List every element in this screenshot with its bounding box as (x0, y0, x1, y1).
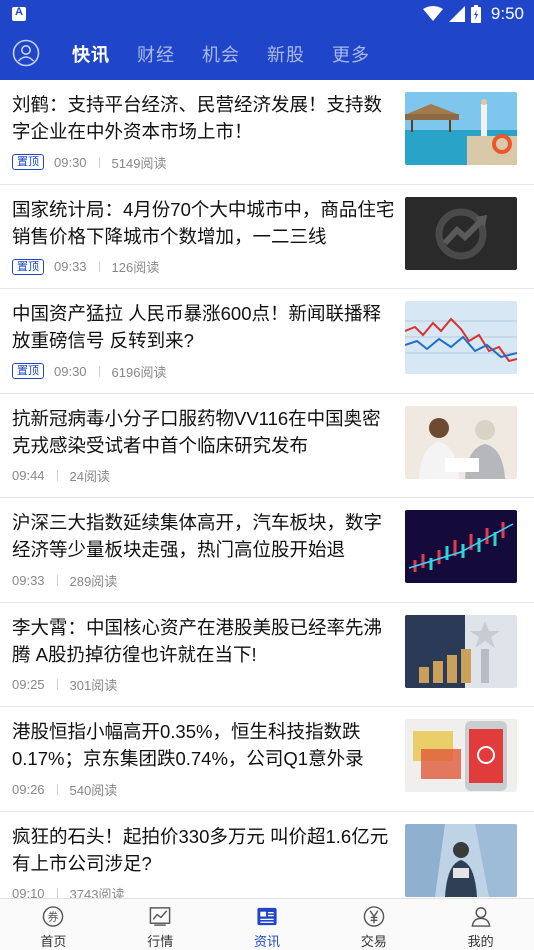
news-thumbnail[interactable] (405, 92, 517, 165)
news-title[interactable]: 中国资产猛拉 人民币暴涨600点！新闻联播释放重磅信号 反转到来? (12, 300, 396, 354)
news-title[interactable]: 抗新冠病毒小分子口服药物VV116在中国奥密克戎感染受试者中首个临床研究发布 (12, 405, 396, 459)
news-item[interactable]: 中国资产猛拉 人民币暴涨600点！新闻联播释放重磅信号 反转到来? 置顶 09:… (0, 289, 534, 394)
tab-gengduo[interactable]: 更多 (332, 41, 370, 67)
person-icon (471, 907, 491, 927)
battery-icon (470, 5, 481, 23)
news-title[interactable]: 国家统计局：4月份70个大中城市中，商品住宅销售价格下降城市个数增加，一二三线 (12, 196, 396, 250)
bottom-nav-mine[interactable]: 我的 (427, 899, 534, 950)
user-avatar-icon[interactable] (12, 39, 40, 67)
bottom-nav-news[interactable]: 资讯 (214, 899, 321, 950)
status-bar: 9:50 (0, 0, 534, 28)
news-item[interactable]: 李大霄：中国核心资产在港股美股已经率先沸腾 A股扔掉彷徨也许就在当下! 09:2… (0, 603, 534, 707)
news-time: 09:33 (12, 572, 45, 588)
meta-divider (98, 261, 100, 272)
news-title[interactable]: 疯狂的石头！起拍价330多万元 叫价超1.6亿元 有上市公司涉足? (12, 823, 396, 877)
pinned-badge: 置顶 (12, 258, 44, 275)
tab-caijing[interactable]: 财经 (137, 41, 175, 67)
news-reads: 289阅读 (69, 573, 118, 589)
news-thumbnail[interactable] (405, 719, 517, 792)
news-meta: 置顶 09:33 126阅读 (12, 258, 160, 275)
news-time: 09:25 (12, 677, 45, 692)
news-time: 09:26 (12, 781, 45, 797)
news-item[interactable]: 沪深三大指数延续集体高开，汽车板块，数字经济等少量板块走强，热门高位股开始退 0… (0, 498, 534, 603)
news-reads: 3743阅读 (69, 887, 125, 898)
bottom-nav-label: 行情 (147, 934, 174, 949)
news-feed: 刘鹤：支持平台经济、民营经济发展！支持数字企业在中外资本市场上市！ 置顶 09:… (0, 80, 534, 898)
news-meta: 置顶 09:30 5149阅读 (12, 154, 167, 171)
meta-divider (98, 365, 100, 377)
news-item[interactable]: 港股恒指小幅高开0.35%，恒生科技指数跌0.17%；京东集团跌0.74%，公司… (0, 707, 534, 812)
pinned-badge: 置顶 (12, 363, 44, 379)
tab-xingu[interactable]: 新股 (267, 41, 305, 67)
news-thumbnail[interactable] (405, 614, 517, 688)
news-title[interactable]: 李大霄：中国核心资产在港股美股已经率先沸腾 A股扔掉彷徨也许就在当下! (12, 614, 396, 668)
yen-icon (363, 906, 385, 927)
news-reads: 126阅读 (111, 260, 160, 275)
news-time: 09:30 (54, 363, 87, 379)
news-item[interactable]: 抗新冠病毒小分子口服药物VV116在中国奥密克戎感染受试者中首个临床研究发布 0… (0, 394, 534, 498)
news-title[interactable]: 刘鹤：支持平台经济、民营经济发展！支持数字企业在中外资本市场上市！ (12, 91, 396, 145)
signal-icon (448, 6, 465, 22)
news-reads: 5149阅读 (111, 155, 167, 171)
news-thumbnail[interactable] (405, 823, 517, 897)
bottom-nav-trade[interactable]: 交易 (320, 899, 427, 950)
news-meta: 置顶 09:30 6196阅读 (12, 363, 167, 380)
bottom-nav-label: 交易 (360, 934, 387, 949)
category-tabs: 快讯 财经 机会 新股 更多 (72, 28, 397, 80)
meta-divider (56, 470, 58, 481)
news-meta: 09:10 3743阅读 (12, 886, 125, 898)
bottom-nav-home[interactable]: 券 首页 (0, 899, 107, 950)
status-time: 9:50 (490, 4, 524, 23)
news-meta: 09:26 540阅读 (12, 781, 118, 798)
news-meta: 09:25 301阅读 (12, 677, 117, 693)
news-item[interactable]: 国家统计局：4月份70个大中城市中，商品住宅销售价格下降城市个数增加，一二三线 … (0, 185, 534, 289)
meta-divider (56, 679, 58, 690)
status-icons: 9:50 (422, 4, 524, 24)
news-item[interactable]: 刘鹤：支持平台经济、民营经济发展！支持数字企业在中外资本市场上市！ 置顶 09:… (0, 80, 534, 185)
news-thumbnail[interactable] (405, 510, 517, 583)
bottom-nav-label: 我的 (467, 934, 494, 949)
news-time: 09:10 (12, 886, 45, 898)
app-notification-icon (12, 6, 26, 21)
meta-divider (98, 156, 100, 168)
wifi-icon (422, 6, 443, 21)
news-time: 09:33 (54, 259, 87, 274)
bottom-nav-label: 资讯 (253, 934, 280, 949)
bottom-nav-label: 首页 (40, 934, 67, 949)
tab-kuaixun[interactable]: 快讯 (72, 41, 110, 67)
news-reads: 6196阅读 (111, 364, 167, 380)
news-thumbnail[interactable] (405, 301, 517, 374)
news-icon (257, 907, 277, 926)
news-title[interactable]: 沪深三大指数延续集体高开，汽车板块，数字经济等少量板块走强，热门高位股开始退 (12, 509, 396, 563)
pinned-badge: 置顶 (12, 154, 44, 170)
tab-jihui[interactable]: 机会 (202, 41, 240, 67)
chart-icon (149, 907, 171, 926)
news-time: 09:44 (12, 468, 45, 483)
news-meta: 09:33 289阅读 (12, 572, 118, 589)
bottom-nav-market[interactable]: 行情 (107, 899, 214, 950)
news-time: 09:30 (54, 154, 87, 170)
coupon-icon: 券 (43, 906, 64, 927)
news-item[interactable]: 疯狂的石头！起拍价330多万元 叫价超1.6亿元 有上市公司涉足? 09:10 … (0, 812, 534, 898)
bottom-navigation: 券 首页 行情 资讯 交易 我的 (0, 898, 534, 950)
news-thumbnail[interactable] (405, 405, 517, 479)
news-thumbnail[interactable] (405, 196, 517, 270)
news-reads: 540阅读 (69, 782, 118, 798)
news-meta: 09:44 24阅读 (12, 468, 110, 484)
top-navigation: 快讯 财经 机会 新股 更多 (0, 28, 534, 80)
svg-text:券: 券 (48, 910, 59, 923)
news-reads: 301阅读 (69, 678, 118, 693)
meta-divider (56, 574, 58, 586)
news-reads: 24阅读 (69, 469, 111, 484)
meta-divider (56, 888, 58, 898)
meta-divider (56, 783, 58, 795)
news-title[interactable]: 港股恒指小幅高开0.35%，恒生科技指数跌0.17%；京东集团跌0.74%，公司… (12, 718, 396, 772)
